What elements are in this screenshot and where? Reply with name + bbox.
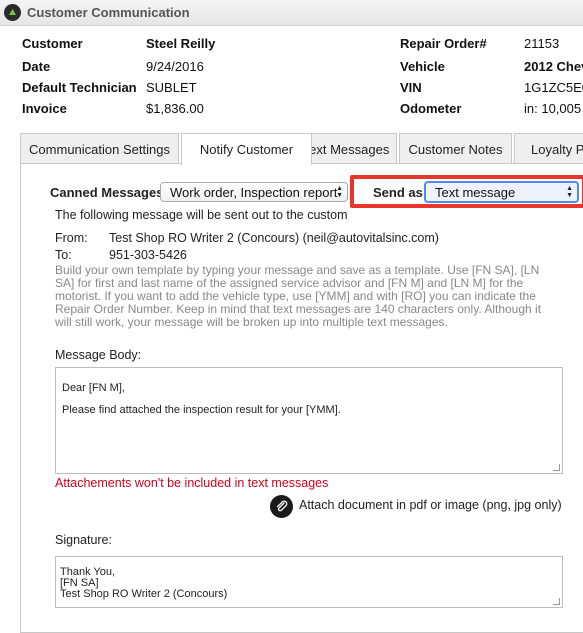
tab-loyalty-points[interactable]: Loyalty Poin: [514, 133, 583, 164]
attach-button[interactable]: [270, 495, 293, 518]
signature-label: Signature:: [55, 533, 112, 547]
template-help-text: Build your own template by typing your m…: [55, 263, 542, 329]
repair-order-label: Repair Order#: [400, 36, 487, 51]
date-label: Date: [22, 59, 51, 74]
intro-text: The following message will be sent out t…: [55, 208, 348, 222]
from-label: From:: [55, 231, 88, 245]
attach-document-label[interactable]: Attach document in pdf or image (png, jp…: [299, 498, 562, 512]
tab-notify-customer[interactable]: Notify Customer: [181, 133, 312, 165]
technician-value: SUBLET: [146, 80, 197, 95]
tab-communication-settings[interactable]: Communication Settings: [20, 133, 179, 164]
to-label: To:: [55, 248, 72, 262]
tab-bar: Communication Settings Notify Customer T…: [20, 133, 583, 165]
attachments-warning: Attachements won't be included in text m…: [55, 476, 329, 490]
from-value: Test Shop RO Writer 2 (Concours) (neil@a…: [109, 231, 439, 245]
canned-messages-select[interactable]: Work order, Inspection report ▲ ▼: [160, 182, 348, 202]
vehicle-label: Vehicle: [400, 59, 445, 74]
paperclip-icon: [276, 500, 288, 512]
odometer-label: Odometer: [400, 101, 462, 116]
send-as-value: Text message: [435, 184, 516, 200]
vin-value: 1G1ZC5E0: [524, 80, 583, 95]
select-arrows-icon: ▲ ▼: [566, 185, 573, 199]
signature-line-1: Thank You,: [60, 566, 116, 578]
invoice-label: Invoice: [22, 101, 67, 116]
resize-handle-icon[interactable]: [553, 464, 560, 471]
resize-handle-icon[interactable]: [553, 598, 560, 605]
vin-label: VIN: [400, 80, 422, 95]
signature-line-3: Test Shop RO Writer 2 (Concours): [60, 588, 228, 600]
vehicle-value: 2012 Chev: [524, 59, 583, 74]
message-body-label: Message Body:: [55, 348, 142, 362]
technician-label: Default Technician: [22, 80, 137, 95]
odometer-value: in: 10,005 o: [524, 101, 583, 116]
customer-label: Customer: [22, 36, 83, 51]
select-arrows-icon: ▲ ▼: [336, 185, 343, 199]
canned-messages-label: Canned Messages: [50, 185, 164, 200]
customer-value: Steel Reilly: [146, 36, 216, 51]
send-as-label: Send as: [373, 185, 423, 200]
window-title: Customer Communication: [27, 5, 190, 20]
app-logo-icon: [4, 4, 21, 21]
signature-textarea[interactable]: Thank You, [FN SA] Test Shop RO Writer 2…: [55, 556, 563, 608]
repair-order-value: 21153: [524, 36, 560, 51]
window-titlebar: Customer Communication: [0, 0, 583, 26]
date-value: 9/24/2016: [146, 59, 204, 74]
tab-customer-notes[interactable]: Customer Notes: [399, 133, 512, 164]
message-line-greeting: Dear [FN M],: [62, 382, 125, 394]
message-body-textarea[interactable]: Dear [FN M], Please find attached the in…: [55, 367, 563, 474]
message-line-body: Please find attached the inspection resu…: [62, 404, 341, 416]
send-as-select[interactable]: Text message ▲ ▼: [424, 181, 579, 203]
canned-messages-value: Work order, Inspection report: [170, 184, 338, 200]
to-value: 951-303-5426: [109, 248, 187, 262]
invoice-value: $1,836.00: [146, 101, 204, 116]
